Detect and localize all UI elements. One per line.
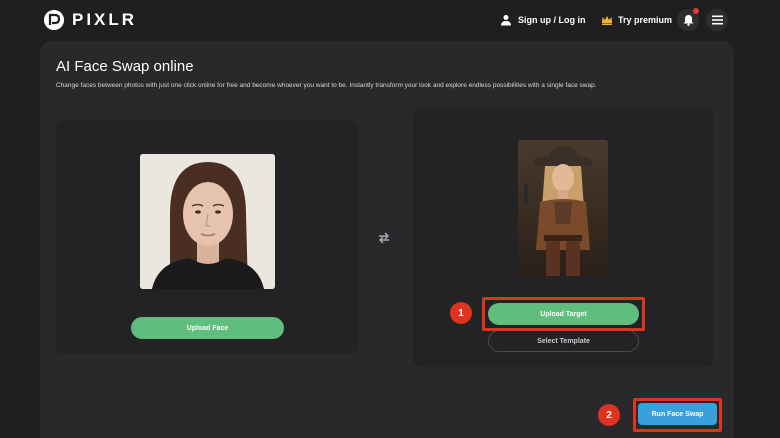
swap-arrows-icon xyxy=(378,232,390,244)
try-premium-link[interactable]: Try premium xyxy=(601,11,672,29)
notification-badge xyxy=(693,8,699,14)
menu-button[interactable] xyxy=(706,9,728,31)
logo-icon xyxy=(44,10,64,30)
signup-label: Sign up / Log in xyxy=(518,15,586,25)
page-title: AI Face Swap online xyxy=(56,58,194,75)
page-description: Change faces between photos with just on… xyxy=(56,82,597,89)
premium-label: Try premium xyxy=(618,15,673,25)
target-image xyxy=(518,140,608,276)
crown-icon xyxy=(602,16,612,25)
user-icon xyxy=(501,15,511,26)
pixlr-logo[interactable]: PIXLR xyxy=(44,10,137,30)
step-marker-1: 1 xyxy=(450,302,472,324)
highlight-run-face-swap xyxy=(633,398,722,432)
source-face-image xyxy=(140,154,275,289)
select-template-button[interactable]: Select Template xyxy=(488,330,639,352)
upload-face-button[interactable]: Upload Face xyxy=(131,317,284,339)
bell-icon xyxy=(683,15,693,26)
signup-login-link[interactable]: Sign up / Log in xyxy=(500,11,586,29)
highlight-upload-target xyxy=(482,297,645,331)
top-header: PIXLR Sign up / Log in Try premium xyxy=(0,0,780,40)
menu-icon xyxy=(711,15,723,25)
step-marker-2: 2 xyxy=(598,404,620,426)
logo-text: PIXLR xyxy=(72,10,138,29)
